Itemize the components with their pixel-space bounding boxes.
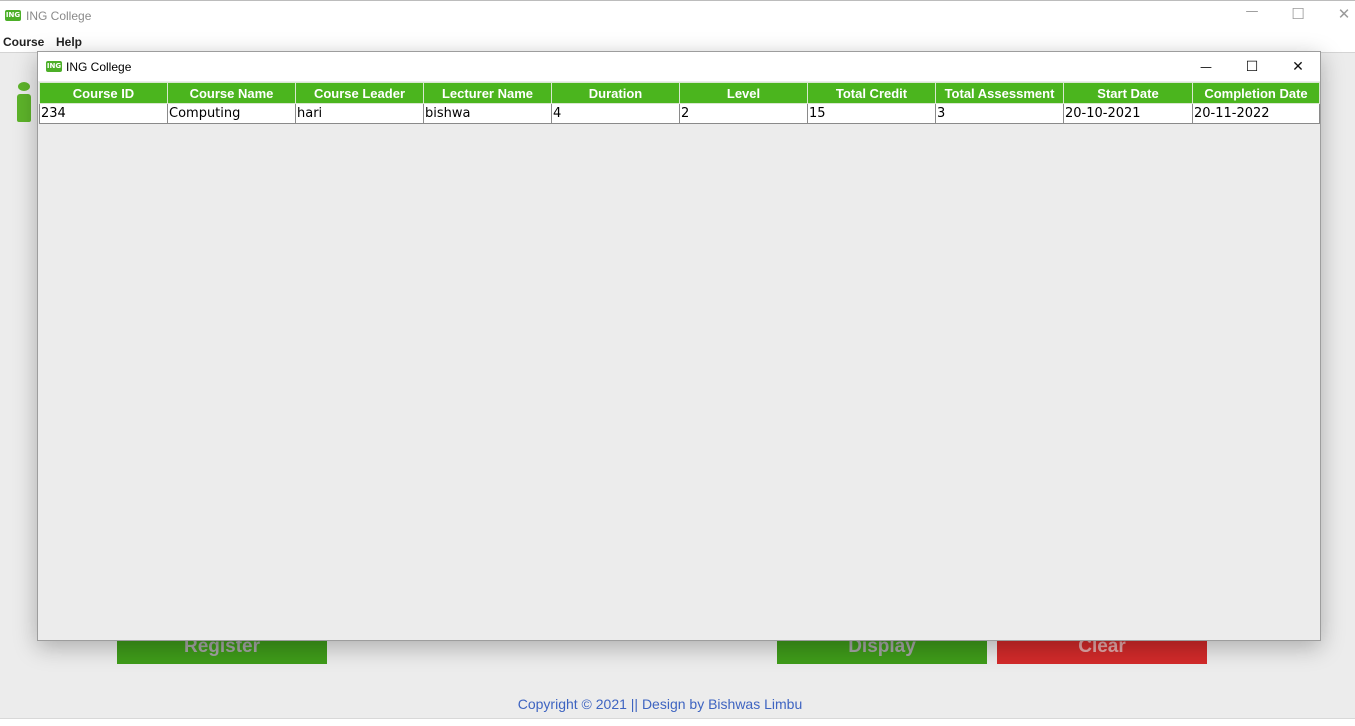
dialog-maximize-icon[interactable]: ☐ xyxy=(1229,56,1275,85)
cell-course-name[interactable]: Computing xyxy=(167,103,296,124)
cell-duration[interactable]: 4 xyxy=(551,103,680,124)
column-header-course-name[interactable]: Course Name xyxy=(167,82,296,104)
cell-start-date[interactable]: 20-10-2021 xyxy=(1063,103,1193,124)
dialog-title: ING College xyxy=(66,60,132,74)
info-icon xyxy=(16,82,32,122)
column-header-start-date[interactable]: Start Date xyxy=(1063,82,1193,104)
main-title-bar: ING ING College — ☐ ✕ xyxy=(0,0,1355,31)
course-table: Course ID Course Name Course Leader Lect… xyxy=(39,82,1320,124)
cell-total-assessment[interactable]: 3 xyxy=(935,103,1064,124)
dialog-title-bar: ING ING College — ☐ ✕ xyxy=(38,52,1320,81)
column-header-level[interactable]: Level xyxy=(679,82,808,104)
table-row[interactable]: 234 Computing hari bishwa 4 2 15 3 20-10… xyxy=(39,103,1320,124)
menu-help[interactable]: Help xyxy=(56,35,82,49)
table-header-row: Course ID Course Name Course Leader Lect… xyxy=(39,82,1320,104)
course-table-container: Course ID Course Name Course Leader Lect… xyxy=(39,82,1320,124)
dialog-logo-icon: ING xyxy=(46,61,62,72)
cell-completion-date[interactable]: 20-11-2022 xyxy=(1192,103,1320,124)
cell-course-id[interactable]: 234 xyxy=(39,103,168,124)
column-header-course-id[interactable]: Course ID xyxy=(39,82,168,104)
column-header-completion-date[interactable]: Completion Date xyxy=(1192,82,1320,104)
menu-course[interactable]: Course xyxy=(3,35,44,49)
cell-lecturer-name[interactable]: bishwa xyxy=(423,103,552,124)
app-logo-icon: ING xyxy=(5,10,21,21)
column-header-total-credit[interactable]: Total Credit xyxy=(807,82,936,104)
main-window-title: ING College xyxy=(26,9,92,23)
menu-bar: Course Help xyxy=(0,31,1355,53)
column-header-course-leader[interactable]: Course Leader xyxy=(295,82,424,104)
course-display-dialog: ING ING College — ☐ ✕ Course ID Course N… xyxy=(37,51,1321,641)
copyright-text: Copyright © 2021 || Design by Bishwas Li… xyxy=(517,696,803,712)
cell-course-leader[interactable]: hari xyxy=(295,103,424,124)
dialog-close-icon[interactable]: ✕ xyxy=(1275,56,1321,85)
cell-level[interactable]: 2 xyxy=(679,103,808,124)
column-header-duration[interactable]: Duration xyxy=(551,82,680,104)
column-header-lecturer-name[interactable]: Lecturer Name xyxy=(423,82,552,104)
dialog-minimize-icon[interactable]: — xyxy=(1183,56,1229,85)
column-header-total-assessment[interactable]: Total Assessment xyxy=(935,82,1064,104)
cell-total-credit[interactable]: 15 xyxy=(807,103,936,124)
